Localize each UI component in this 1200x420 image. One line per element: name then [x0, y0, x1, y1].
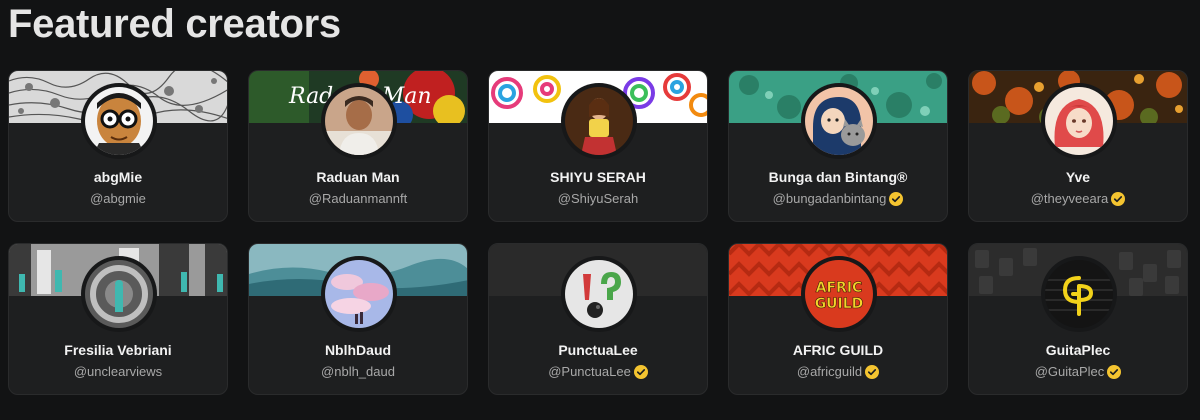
- creator-grid: abgMie @abgmie Raduan Man: [8, 70, 1188, 395]
- verified-badge-icon: [633, 364, 648, 379]
- avatar: [321, 83, 397, 159]
- bw-photo-icon: [85, 260, 153, 328]
- creator-card-yve[interactable]: Yve @theyveeara: [968, 70, 1188, 222]
- creator-handle: @PunctuaLee: [548, 364, 631, 379]
- creator-card-abgmie[interactable]: abgMie @abgmie: [8, 70, 228, 222]
- creator-name: NblhDaud: [324, 342, 392, 358]
- avatar: [801, 83, 877, 159]
- creator-card-bunga-dan-bintang[interactable]: Bunga dan Bintang® @bungadanbintang: [728, 70, 948, 222]
- svg-text:AFRIC: AFRIC: [816, 280, 863, 296]
- avatar: [81, 256, 157, 332]
- creator-handle: @theyveeara: [1030, 191, 1109, 206]
- creator-handle: @abgmie: [90, 191, 146, 206]
- avatar: [321, 256, 397, 332]
- creator-handle: @nblh_daud: [321, 364, 395, 379]
- creator-card-punctualee[interactable]: PunctuaLee @PunctuaLee: [488, 243, 708, 395]
- creator-handle: @ShiyuSerah: [557, 191, 639, 206]
- illustration-icon: [1045, 87, 1113, 155]
- creator-name: Raduan Man: [316, 169, 400, 185]
- creator-name: Bunga dan Bintang®: [768, 169, 908, 185]
- creator-name: abgMie: [93, 169, 143, 185]
- creator-name: Yve: [1065, 169, 1091, 185]
- gp-monogram-icon: [1045, 260, 1113, 328]
- creator-name: GuitaPlec: [1045, 342, 1111, 358]
- portrait-icon: [565, 87, 633, 155]
- creator-handle: @bungadanbintang: [772, 191, 887, 206]
- punctuation-marks-icon: [565, 260, 633, 328]
- creator-handle: @GuitaPlec: [1034, 364, 1105, 379]
- creator-handle: @Raduanmannft: [308, 191, 408, 206]
- avatar: [1041, 83, 1117, 159]
- creator-name: AFRIC GUILD: [792, 342, 884, 358]
- creator-card-raduan-man[interactable]: Raduan Man Raduan Man @Raduanmannft: [248, 70, 468, 222]
- sunset-sky-icon: [325, 260, 393, 328]
- afric-guild-logo-icon: AFRIC GUILD: [805, 260, 873, 328]
- creator-card-nblhdaud[interactable]: NblhDaud @nblh_daud: [248, 243, 468, 395]
- verified-badge-icon: [865, 364, 880, 379]
- avatar: AFRIC GUILD: [801, 256, 877, 332]
- creator-handle: @unclearviews: [73, 364, 163, 379]
- verified-badge-icon: [889, 191, 904, 206]
- creator-card-fresilia-vebriani[interactable]: Fresilia Vebriani @unclearviews: [8, 243, 228, 395]
- svg-text:GUILD: GUILD: [815, 296, 864, 312]
- illustration-icon: [805, 87, 873, 155]
- portrait-icon: [325, 87, 393, 155]
- avatar: [561, 83, 637, 159]
- creator-name: Fresilia Vebriani: [64, 342, 172, 358]
- creator-name: PunctuaLee: [558, 342, 638, 358]
- creator-card-guitaplec[interactable]: GuitaPlec @GuitaPlec: [968, 243, 1188, 395]
- creator-card-afric-guild[interactable]: AFRIC GUILD AFRIC GUILD @africguild: [728, 243, 948, 395]
- avatar: [81, 83, 157, 159]
- creator-name: SHIYU SERAH: [550, 169, 646, 185]
- cartoon-face-icon: [85, 87, 153, 155]
- creator-card-shiyu-serah[interactable]: SHIYU SERAH @ShiyuSerah: [488, 70, 708, 222]
- section-title: Featured creators: [8, 2, 341, 46]
- verified-badge-icon: [1107, 364, 1122, 379]
- avatar: [1041, 256, 1117, 332]
- avatar: [561, 256, 637, 332]
- verified-badge-icon: [1111, 191, 1126, 206]
- creator-handle: @africguild: [796, 364, 863, 379]
